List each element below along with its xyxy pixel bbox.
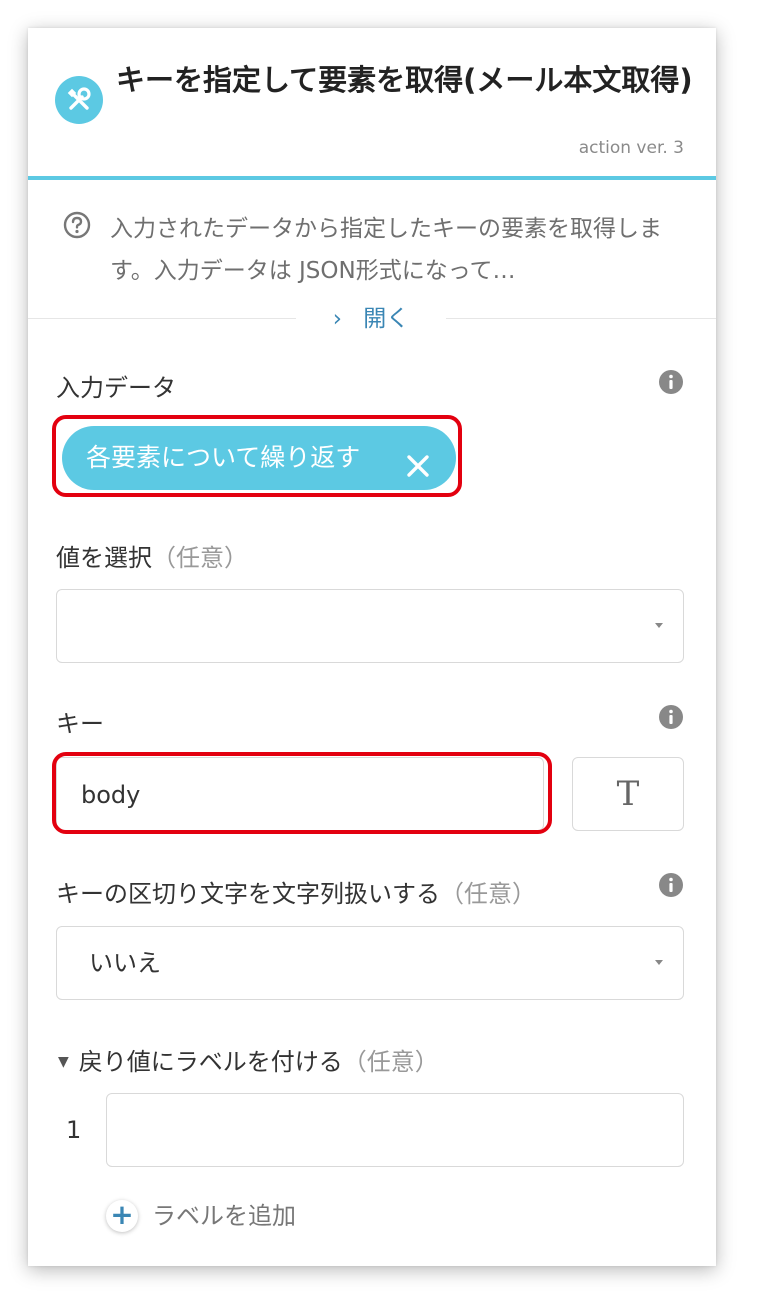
value-select-dropdown[interactable] xyxy=(56,589,684,663)
optional-tag: （任意） xyxy=(152,544,248,572)
triangle-down-icon: ▼ xyxy=(58,1054,69,1070)
value-select-label: 値を選択（任意） xyxy=(56,538,248,573)
label-row-index: 1 xyxy=(66,1116,82,1144)
chip-label: 各要素について繰り返す xyxy=(86,443,361,472)
action-description: 入力されたデータから指定したキーの要素を取得します。入力データは JSON形式に… xyxy=(110,216,662,284)
question-circle-icon xyxy=(62,210,92,240)
key-label: キー xyxy=(56,710,104,738)
action-title: キーを指定して要素を取得(メール本文取得) xyxy=(116,63,693,97)
tools-icon xyxy=(55,76,103,124)
optional-tag: （任意） xyxy=(440,880,536,908)
expand-label: 開く xyxy=(363,306,410,332)
delimiter-label-text: キーの区切り文字を文字列扱いする xyxy=(56,880,440,908)
info-icon[interactable] xyxy=(658,872,684,898)
text-mode-button[interactable]: T xyxy=(572,757,684,831)
delimiter-value: いいえ xyxy=(89,949,161,977)
delimiter-label: キーの区切り文字を文字列扱いする（任意） xyxy=(56,874,536,909)
key-input-highlight xyxy=(52,752,552,834)
info-icon[interactable] xyxy=(658,704,684,730)
caret-down-icon xyxy=(655,623,663,628)
chevron-right-icon: › xyxy=(332,306,342,332)
add-label-text: ラベルを追加 xyxy=(152,1202,296,1230)
action-version: action ver. 3 xyxy=(578,138,684,158)
input-data-chip[interactable]: 各要素について繰り返す xyxy=(62,426,456,490)
caret-down-icon xyxy=(655,960,663,965)
return-label-text: 戻り値にラベルを付ける xyxy=(78,1048,343,1076)
label-input[interactable] xyxy=(106,1093,684,1167)
return-label-toggle[interactable]: ▼ 戻り値にラベルを付ける（任意） xyxy=(58,1042,439,1077)
input-data-label: 入力データ xyxy=(56,374,176,402)
panel-header: キーを指定して要素を取得(メール本文取得) action ver. 3 xyxy=(28,28,716,180)
value-select-label-text: 値を選択 xyxy=(56,544,152,572)
optional-tag: （任意） xyxy=(342,1048,439,1076)
plus-icon: + xyxy=(106,1200,138,1232)
expand-description-link[interactable]: › 開く xyxy=(296,300,446,338)
close-icon[interactable] xyxy=(402,442,434,477)
info-icon[interactable] xyxy=(658,369,684,395)
action-settings-panel: キーを指定して要素を取得(メール本文取得) action ver. 3 入力され… xyxy=(28,28,716,1266)
delimiter-dropdown[interactable]: いいえ xyxy=(56,926,684,1000)
